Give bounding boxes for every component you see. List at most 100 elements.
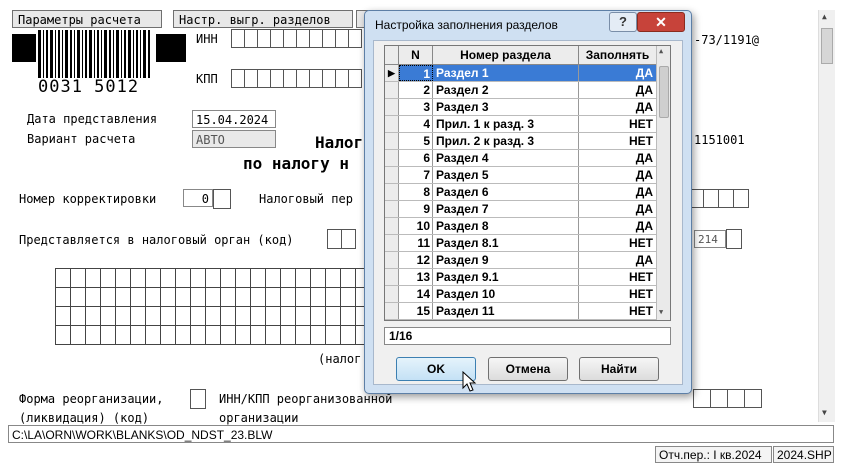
row-indicator[interactable] bbox=[385, 133, 399, 149]
cell-number[interactable]: 8 bbox=[399, 184, 433, 200]
tax-organ-right-input[interactable]: 214 bbox=[694, 230, 726, 248]
main-scrollbar[interactable]: ▲ ▼ bbox=[818, 10, 835, 422]
row-indicator[interactable] bbox=[385, 286, 399, 302]
table-row[interactable]: 12 Раздел 9 ДА bbox=[385, 252, 670, 269]
cell-fill-flag[interactable]: ДА bbox=[579, 184, 657, 200]
scroll-up-icon[interactable]: ▲ bbox=[822, 12, 827, 21]
cell-number[interactable]: 12 bbox=[399, 252, 433, 268]
cell-section-name[interactable]: Раздел 5 bbox=[433, 167, 579, 183]
cell-number[interactable]: 5 bbox=[399, 133, 433, 149]
cell-fill-flag[interactable]: НЕТ bbox=[579, 133, 657, 149]
table-row[interactable]: ▶ 1 Раздел 1 ДА bbox=[385, 65, 670, 82]
row-indicator[interactable] bbox=[385, 303, 399, 319]
table-row[interactable]: 11 Раздел 8.1 НЕТ bbox=[385, 235, 670, 252]
cell-section-name[interactable]: Раздел 7 bbox=[433, 201, 579, 217]
correction-cells[interactable] bbox=[213, 189, 231, 209]
cell-fill-flag[interactable]: ДА bbox=[579, 252, 657, 268]
tax-period-cells-right[interactable] bbox=[688, 189, 749, 208]
inn-cells[interactable] bbox=[231, 29, 362, 48]
sections-settings-button[interactable]: Настр. выгр. разделов bbox=[173, 10, 353, 28]
kpp-cells[interactable] bbox=[231, 69, 362, 88]
variant-input[interactable]: АВТО bbox=[192, 130, 276, 148]
cell-section-name[interactable]: Раздел 8 bbox=[433, 218, 579, 234]
cell-number[interactable]: 14 bbox=[399, 286, 433, 302]
cell-section-name[interactable]: Раздел 9 bbox=[433, 252, 579, 268]
table-row[interactable]: 14 Раздел 10 НЕТ bbox=[385, 286, 670, 303]
cell-fill-flag[interactable]: НЕТ bbox=[579, 269, 657, 285]
main-scroll-thumb[interactable] bbox=[821, 28, 833, 64]
row-indicator[interactable] bbox=[385, 99, 399, 115]
cell-number[interactable]: 11 bbox=[399, 235, 433, 251]
find-button[interactable]: Найти bbox=[579, 357, 659, 381]
row-indicator[interactable] bbox=[385, 167, 399, 183]
date-input[interactable]: 15.04.2024 bbox=[192, 110, 276, 128]
table-scroll-up-icon[interactable]: ▲ bbox=[659, 47, 663, 55]
table-scroll-down-icon[interactable]: ▼ bbox=[659, 308, 663, 316]
row-indicator[interactable] bbox=[385, 150, 399, 166]
table-row[interactable]: 3 Раздел 3 ДА bbox=[385, 99, 670, 116]
table-row[interactable]: 2 Раздел 2 ДА bbox=[385, 82, 670, 99]
cell-fill-flag[interactable]: НЕТ bbox=[579, 286, 657, 302]
row-pointer-icon[interactable]: ▶ bbox=[385, 65, 399, 81]
cell-fill-flag[interactable]: ДА bbox=[579, 201, 657, 217]
cell-number[interactable]: 6 bbox=[399, 150, 433, 166]
table-row[interactable]: 7 Раздел 5 ДА bbox=[385, 167, 670, 184]
cell-fill-flag[interactable]: ДА bbox=[579, 82, 657, 98]
cell-fill-flag[interactable]: НЕТ bbox=[579, 303, 657, 319]
row-indicator[interactable] bbox=[385, 184, 399, 200]
calc-params-button[interactable]: Параметры расчета bbox=[12, 10, 162, 28]
cell-fill-flag[interactable]: НЕТ bbox=[579, 116, 657, 132]
reorg-code-cell[interactable] bbox=[190, 389, 206, 409]
table-row[interactable]: 4 Прил. 1 к разд. 3 НЕТ bbox=[385, 116, 670, 133]
cell-number[interactable]: 7 bbox=[399, 167, 433, 183]
cell-section-name[interactable]: Раздел 4 bbox=[433, 150, 579, 166]
cell-number[interactable]: 1 bbox=[399, 65, 433, 81]
cell-number[interactable]: 10 bbox=[399, 218, 433, 234]
cell-section-name[interactable]: Раздел 11 bbox=[433, 303, 579, 319]
table-row[interactable]: 8 Раздел 6 ДА bbox=[385, 184, 670, 201]
table-scrollbar[interactable]: ▲ ▼ bbox=[656, 46, 670, 320]
cell-fill-flag[interactable]: ДА bbox=[579, 167, 657, 183]
reorg-kpp-cells[interactable] bbox=[693, 389, 762, 408]
cell-section-name[interactable]: Раздел 10 bbox=[433, 286, 579, 302]
column-header-n[interactable]: N bbox=[399, 46, 433, 64]
cell-section-name[interactable]: Прил. 2 к разд. 3 bbox=[433, 133, 579, 149]
tax-organ-right-cell[interactable] bbox=[726, 229, 742, 249]
row-indicator[interactable] bbox=[385, 269, 399, 285]
cell-number[interactable]: 13 bbox=[399, 269, 433, 285]
row-indicator[interactable] bbox=[385, 116, 399, 132]
cell-fill-flag[interactable]: ДА bbox=[579, 218, 657, 234]
cell-number[interactable]: 9 bbox=[399, 201, 433, 217]
sections-table[interactable]: N Номер раздела Заполнять ▶ 1 Раздел 1 ДА 2 Р… bbox=[384, 45, 671, 321]
cell-section-name[interactable]: Раздел 1 bbox=[433, 65, 579, 81]
row-indicator[interactable] bbox=[385, 252, 399, 268]
row-indicator[interactable] bbox=[385, 82, 399, 98]
cell-section-name[interactable]: Раздел 3 bbox=[433, 99, 579, 115]
help-icon[interactable]: ? bbox=[609, 12, 637, 32]
column-header-fill[interactable]: Заполнять bbox=[579, 46, 657, 64]
correction-input[interactable]: 0 bbox=[183, 189, 213, 207]
cell-number[interactable]: 3 bbox=[399, 99, 433, 115]
tax-organ-cells[interactable] bbox=[327, 229, 356, 249]
table-row[interactable]: 15 Раздел 11 НЕТ bbox=[385, 303, 670, 320]
cell-section-name[interactable]: Раздел 9.1 bbox=[433, 269, 579, 285]
cell-section-name[interactable]: Раздел 6 bbox=[433, 184, 579, 200]
cell-section-name[interactable]: Прил. 1 к разд. 3 bbox=[433, 116, 579, 132]
taxpayer-name-grid[interactable] bbox=[55, 268, 371, 345]
row-indicator[interactable] bbox=[385, 201, 399, 217]
cell-number[interactable]: 15 bbox=[399, 303, 433, 319]
cell-fill-flag[interactable]: НЕТ bbox=[579, 235, 657, 251]
table-row[interactable]: 9 Раздел 7 ДА bbox=[385, 201, 670, 218]
table-row[interactable]: 6 Раздел 4 ДА bbox=[385, 150, 670, 167]
table-row[interactable]: 10 Раздел 8 ДА bbox=[385, 218, 670, 235]
cell-section-name[interactable]: Раздел 8.1 bbox=[433, 235, 579, 251]
cancel-button[interactable]: Отмена bbox=[488, 357, 568, 381]
cell-number[interactable]: 4 bbox=[399, 116, 433, 132]
row-indicator[interactable] bbox=[385, 218, 399, 234]
cell-number[interactable]: 2 bbox=[399, 82, 433, 98]
table-row[interactable]: 5 Прил. 2 к разд. 3 НЕТ bbox=[385, 133, 670, 150]
table-scroll-thumb[interactable] bbox=[659, 66, 669, 118]
row-indicator[interactable] bbox=[385, 235, 399, 251]
close-icon[interactable]: ✕ bbox=[637, 12, 685, 32]
cell-fill-flag[interactable]: ДА bbox=[579, 65, 657, 81]
